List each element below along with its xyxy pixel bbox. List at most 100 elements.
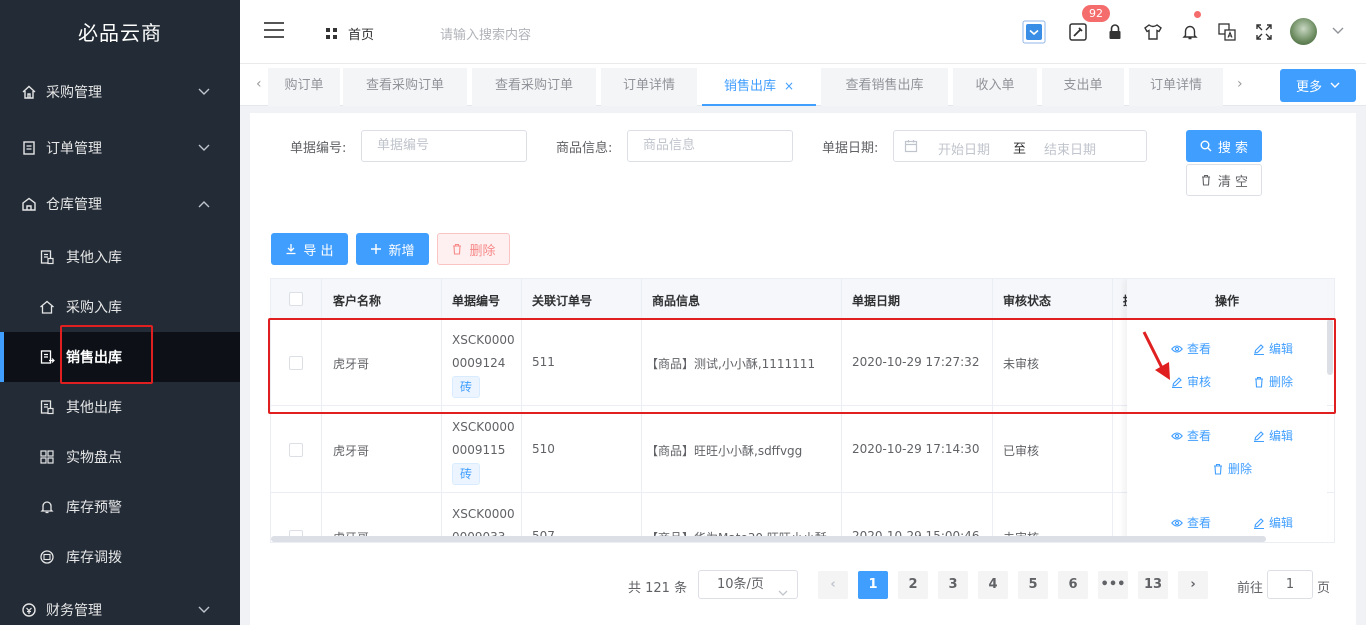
sidebar-item-label: 其他入库 bbox=[66, 250, 122, 266]
goto-page-input[interactable]: 1 bbox=[1267, 570, 1313, 599]
translate-icon[interactable] bbox=[1215, 20, 1239, 44]
tab-order-detail[interactable]: 订单详情 bbox=[601, 68, 697, 106]
col-status: 审核状态 bbox=[1003, 294, 1052, 308]
type-tag: 砖 bbox=[452, 463, 480, 485]
eye-icon bbox=[1171, 518, 1183, 528]
stock-in-icon bbox=[38, 248, 56, 266]
shirt-icon[interactable] bbox=[1141, 20, 1165, 44]
page-button[interactable]: 3 bbox=[938, 571, 968, 599]
tabs-scroll-left-icon[interactable]: ‹ bbox=[256, 76, 262, 92]
hamburger-menu-icon[interactable] bbox=[264, 22, 284, 38]
sidebar-item-other-out[interactable]: 其他出库 bbox=[0, 382, 240, 432]
row-checkbox[interactable] bbox=[289, 443, 303, 457]
tab-order-detail-2[interactable]: 订单详情 bbox=[1129, 68, 1223, 106]
sidebar-item-transfer[interactable]: 库存调拨 bbox=[0, 532, 240, 582]
grid-icon bbox=[326, 28, 337, 39]
lock-icon[interactable] bbox=[1103, 20, 1127, 44]
warehouse-icon bbox=[20, 195, 38, 213]
date-start-input[interactable]: 开始日期 bbox=[938, 139, 990, 158]
header-search-input[interactable]: 请输入搜索内容 bbox=[440, 24, 531, 43]
prev-page-button[interactable]: ‹ bbox=[818, 571, 848, 599]
more-label: 更多 bbox=[1295, 80, 1322, 95]
delete-label: 删除 bbox=[1228, 462, 1253, 476]
add-button[interactable]: 新增 bbox=[356, 233, 429, 265]
page-button[interactable]: 13 bbox=[1138, 571, 1168, 599]
bell-icon bbox=[38, 498, 56, 516]
menu-group-label: 财务管理 bbox=[46, 603, 102, 619]
col-doc-no: 单据编号 bbox=[452, 294, 501, 308]
tab-sales-out[interactable]: 销售出库 × bbox=[702, 68, 816, 106]
page-suffix: 页 bbox=[1317, 581, 1331, 596]
doc-no-input[interactable]: 单据编号 bbox=[361, 130, 527, 162]
view-button[interactable]: 查看 bbox=[1171, 514, 1211, 531]
more-button[interactable]: 更多 bbox=[1280, 69, 1356, 102]
menu-group-purchase[interactable]: 采购管理 bbox=[0, 64, 240, 120]
chevron-up-icon bbox=[198, 196, 210, 212]
chevron-down-icon bbox=[778, 580, 788, 607]
dropdown-toggle-icon[interactable] bbox=[1022, 20, 1046, 44]
tab-view-sales-out[interactable]: 查看销售出库 bbox=[821, 68, 948, 106]
col-date: 单据日期 bbox=[852, 294, 901, 308]
doc-date: 2020-10-29 17:14:30 bbox=[852, 442, 980, 456]
page-button[interactable]: 4 bbox=[978, 571, 1008, 599]
edit-icon bbox=[1253, 430, 1265, 442]
chevron-down-icon[interactable] bbox=[1332, 24, 1344, 39]
select-all-checkbox[interactable] bbox=[289, 292, 303, 306]
next-page-button[interactable]: › bbox=[1178, 571, 1208, 599]
finance-icon bbox=[20, 601, 38, 619]
view-label: 查看 bbox=[1187, 429, 1212, 443]
search-button[interactable]: 搜 索 bbox=[1186, 130, 1262, 162]
menu-group-finance[interactable]: 财务管理 bbox=[0, 582, 240, 625]
sidebar-item-stock-alert[interactable]: 库存预警 bbox=[0, 482, 240, 532]
delete-row-button[interactable]: 删除 bbox=[1212, 460, 1252, 477]
tools-icon[interactable] bbox=[1066, 20, 1090, 44]
page-size-select[interactable]: 10条/页 bbox=[698, 570, 798, 599]
edit-button[interactable]: 编辑 bbox=[1253, 427, 1293, 444]
fullscreen-icon[interactable] bbox=[1252, 20, 1276, 44]
sidebar-item-label: 库存调拨 bbox=[66, 550, 122, 566]
sidebar-item-inventory[interactable]: 实物盘点 bbox=[0, 432, 240, 482]
tab-income[interactable]: 收入单 bbox=[953, 68, 1037, 106]
tab-expense[interactable]: 支出单 bbox=[1042, 68, 1124, 106]
more-pages-button[interactable]: ••• bbox=[1098, 571, 1128, 599]
page-button[interactable]: 6 bbox=[1058, 571, 1088, 599]
tab-view-purchase-order[interactable]: 查看采购订单 bbox=[343, 68, 467, 106]
tab-view-purchase-order-2[interactable]: 查看采购订单 bbox=[472, 68, 596, 106]
horizontal-scrollbar[interactable] bbox=[271, 536, 1266, 542]
clear-button[interactable]: 清 空 bbox=[1186, 164, 1262, 196]
export-label: 导 出 bbox=[303, 243, 334, 259]
view-button[interactable]: 查看 bbox=[1171, 427, 1211, 444]
tab-purchase-order[interactable]: 购订单 bbox=[268, 68, 340, 106]
sidebar-item-other-in[interactable]: 其他入库 bbox=[0, 232, 240, 282]
date-range-picker[interactable]: 开始日期 至 结束日期 bbox=[893, 130, 1147, 162]
edit-button[interactable]: 编辑 bbox=[1253, 514, 1293, 531]
doc-no-label: 单据编号: bbox=[290, 141, 347, 156]
export-button[interactable]: 导 出 bbox=[271, 233, 348, 265]
page-size-value: 10条/页 bbox=[717, 577, 764, 592]
bell-icon[interactable] bbox=[1178, 20, 1202, 44]
home-link[interactable]: 首页 bbox=[326, 24, 374, 43]
delete-label: 删除 bbox=[469, 243, 496, 259]
sidebar-item-label: 实物盘点 bbox=[66, 450, 122, 466]
goods-input[interactable]: 商品信息 bbox=[627, 130, 793, 162]
plus-icon bbox=[370, 243, 382, 255]
avatar[interactable] bbox=[1290, 18, 1317, 45]
highlight-box-sidebar bbox=[60, 325, 153, 384]
col-operations: 操作 bbox=[1215, 294, 1240, 308]
edit-icon bbox=[1253, 517, 1265, 529]
tab-label: 查看销售出库 bbox=[845, 78, 924, 93]
date-end-input[interactable]: 结束日期 bbox=[1044, 139, 1096, 158]
stock-out-icon bbox=[38, 398, 56, 416]
tabs-scroll-right-icon[interactable]: › bbox=[1237, 76, 1243, 92]
page-button[interactable]: 5 bbox=[1018, 571, 1048, 599]
sidebar-item-label: 采购入库 bbox=[66, 300, 122, 316]
goods-label: 商品信息: bbox=[556, 141, 613, 156]
page-button[interactable]: 2 bbox=[898, 571, 928, 599]
purchase-in-icon bbox=[38, 298, 56, 316]
close-icon[interactable]: × bbox=[784, 79, 794, 93]
delete-button[interactable]: 删除 bbox=[437, 233, 510, 265]
menu-group-warehouse[interactable]: 仓库管理 bbox=[0, 176, 240, 232]
page-button[interactable]: 1 bbox=[858, 571, 888, 599]
tab-label: 收入单 bbox=[975, 78, 1015, 93]
menu-group-orders[interactable]: 订单管理 bbox=[0, 120, 240, 176]
